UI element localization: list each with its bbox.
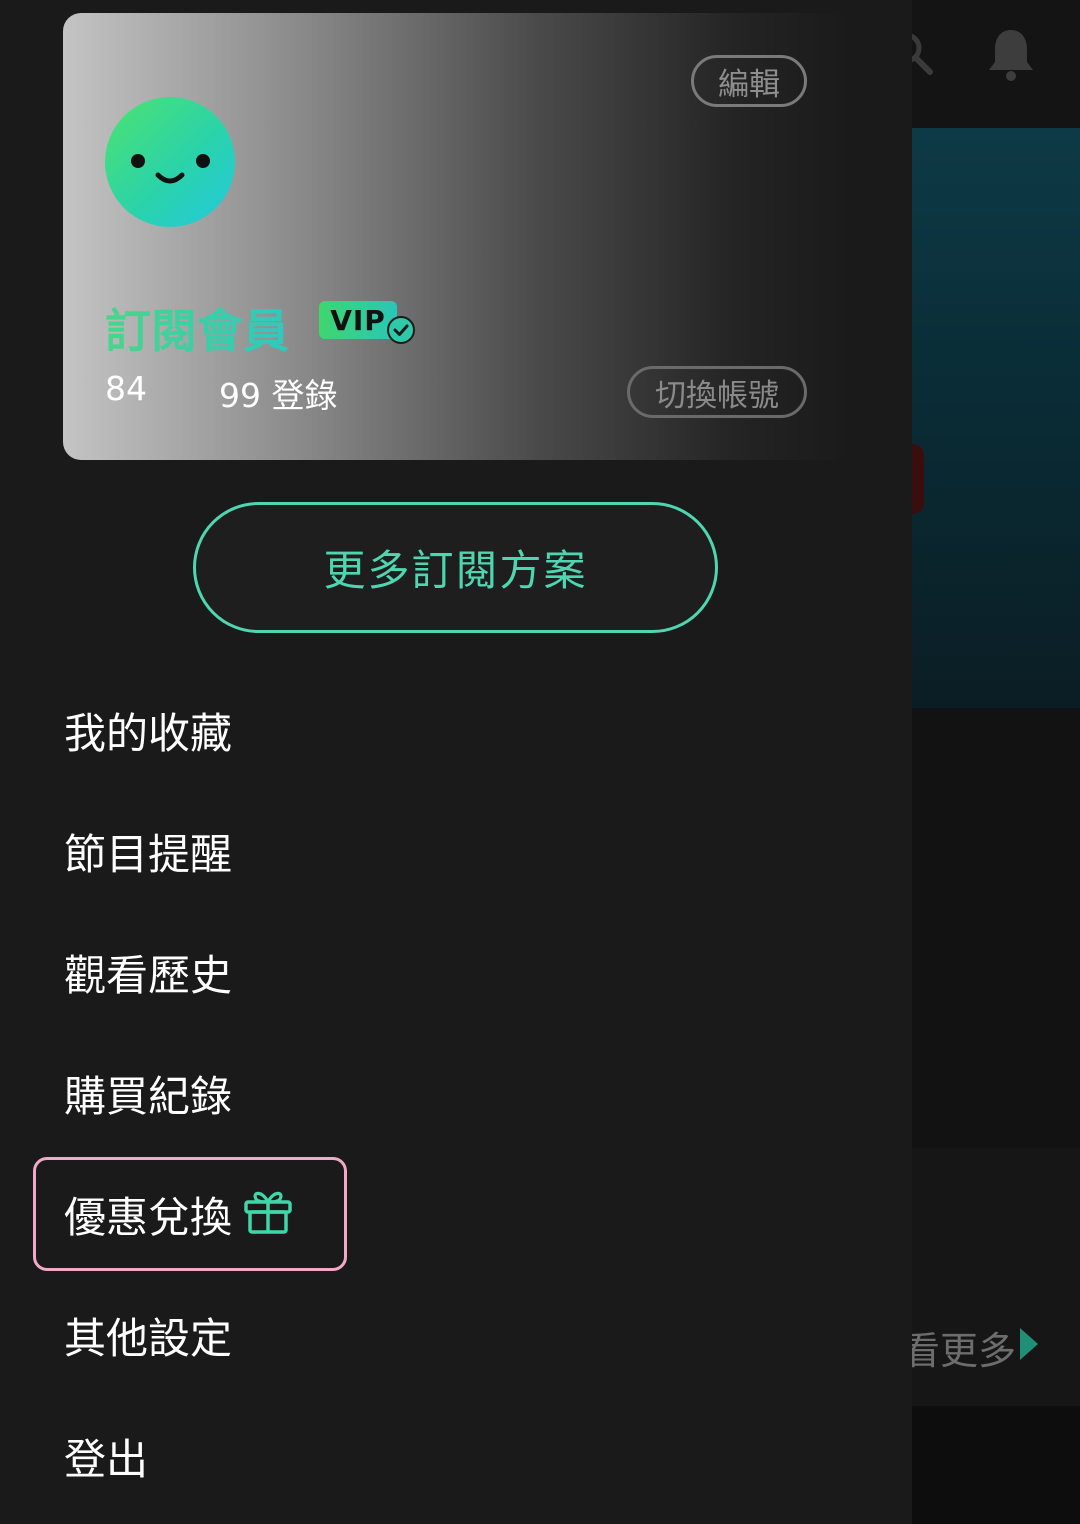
menu-item-reminders[interactable]: 節目提醒 (64, 821, 232, 882)
see-more-link[interactable]: 看更多 (902, 1320, 1016, 1375)
switch-account-button[interactable]: 切換帳號 (627, 366, 807, 418)
menu-item-favorites[interactable]: 我的收藏 (64, 700, 232, 761)
smile-face-icon (131, 154, 210, 184)
menu-item-redeem[interactable]: 優惠兌換 (64, 1184, 232, 1245)
menu-item-settings[interactable]: 其他設定 (64, 1305, 232, 1366)
gift-icon (244, 1191, 292, 1234)
background-content (912, 708, 1080, 1148)
edit-button[interactable]: 編輯 (691, 55, 807, 107)
verified-check-icon (387, 316, 415, 344)
stat-login: 99 登錄 (219, 376, 338, 415)
stat-number: 84 (105, 369, 147, 408)
avatar[interactable] (105, 97, 235, 227)
background-banner[interactable] (912, 128, 1080, 708)
menu-item-history[interactable]: 觀看歷史 (64, 942, 232, 1003)
more-plans-button[interactable]: 更多訂閱方案 (193, 502, 718, 633)
menu-item-logout[interactable]: 登出 (64, 1426, 148, 1487)
vip-badge: VIP (319, 301, 397, 339)
member-title: 訂閱會員 (105, 295, 289, 361)
side-drawer: 編輯 訂閱會員 VIP 84 99 登錄 切換帳號 更多訂閱方案 我的收藏 節目… (0, 0, 912, 1524)
play-arrow-icon (1020, 1328, 1038, 1360)
profile-card: 編輯 訂閱會員 VIP 84 99 登錄 切換帳號 (63, 13, 853, 460)
menu-item-purchases[interactable]: 購買紀錄 (64, 1063, 232, 1124)
bell-icon[interactable] (986, 26, 1036, 82)
